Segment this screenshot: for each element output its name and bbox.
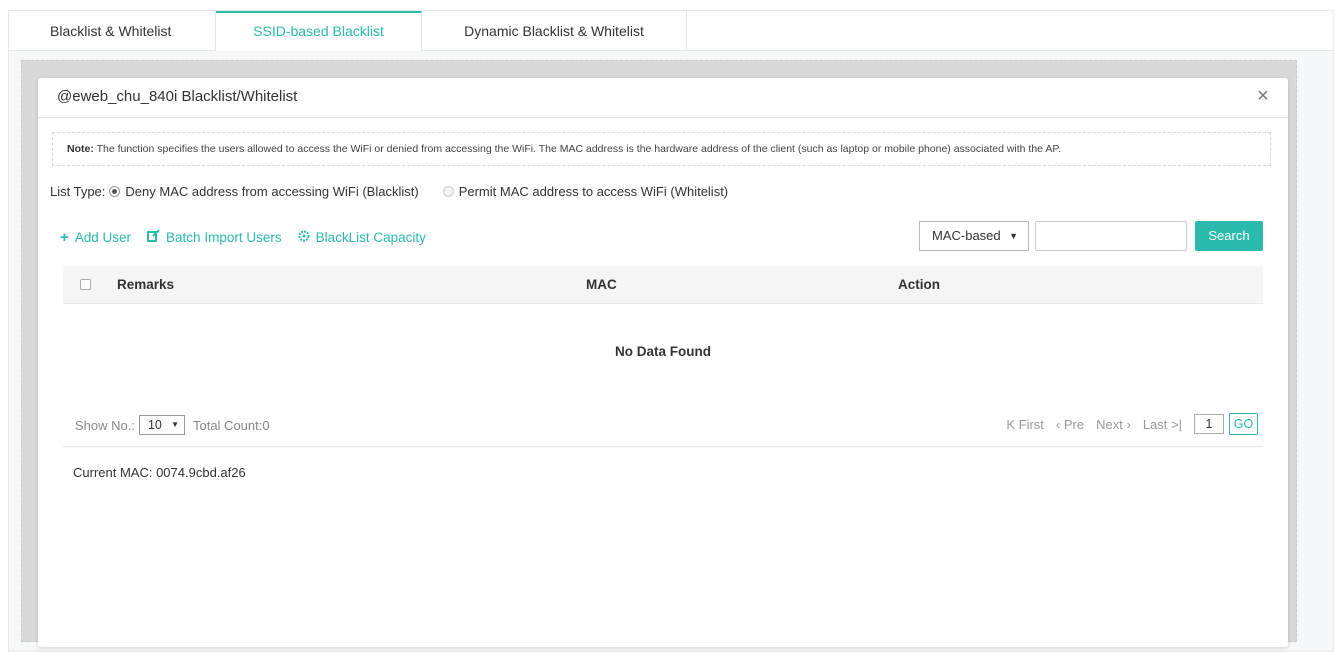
list-type-label: List Type: xyxy=(50,184,106,199)
blacklist-radio[interactable] xyxy=(109,186,121,197)
table-header: Remarks MAC Action xyxy=(63,266,1263,304)
prev-page-button[interactable]: ‹ Pre xyxy=(1056,417,1084,432)
select-all-checkbox[interactable] xyxy=(80,279,91,290)
add-user-button[interactable]: + Add User xyxy=(60,229,131,246)
plus-icon: + xyxy=(60,229,69,246)
page-size-control: Show No.: 10 ▼ Total Count:0 xyxy=(75,415,270,435)
list-type-row: List Type: Deny MAC address from accessi… xyxy=(50,184,728,199)
page-number-input[interactable]: 1 xyxy=(1194,414,1224,434)
blacklist-option-label[interactable]: Deny MAC address from accessing WiFi (Bl… xyxy=(125,184,418,199)
gear-icon xyxy=(298,229,310,246)
current-mac: Current MAC: 0074.9cbd.af26 xyxy=(73,465,246,480)
tab-blacklist-whitelist[interactable]: Blacklist & Whitelist xyxy=(9,11,216,51)
search-mode-value: MAC-based xyxy=(932,228,1001,243)
batch-import-button[interactable]: Batch Import Users xyxy=(147,229,282,246)
last-page-button[interactable]: Last >| xyxy=(1143,417,1182,432)
blacklist-capacity-button[interactable]: BlackList Capacity xyxy=(298,229,426,246)
close-icon[interactable]: × xyxy=(1254,86,1272,106)
next-page-label: Next xyxy=(1096,416,1123,432)
dialog-header: @eweb_chu_840i Blacklist/Whitelist × xyxy=(38,78,1288,118)
show-no-label: Show No.: xyxy=(75,417,135,433)
next-page-button[interactable]: Next › xyxy=(1096,417,1131,432)
column-mac: MAC xyxy=(586,277,617,292)
search-mode-select[interactable]: MAC-based ▼ xyxy=(919,221,1029,251)
page-size-select[interactable]: 10 ▼ xyxy=(138,415,185,435)
edit-icon xyxy=(147,229,160,246)
chevron-left-icon: ‹ xyxy=(1055,416,1061,432)
whitelist-option-label[interactable]: Permit MAC address to access WiFi (White… xyxy=(459,184,728,199)
pagination-row: Show No.: 10 ▼ Total Count:0 K First ‹ P… xyxy=(63,411,1263,447)
note-prefix: Note: xyxy=(67,143,94,155)
tab-dynamic-blacklist-whitelist[interactable]: Dynamic Blacklist & Whitelist xyxy=(422,11,687,51)
note-box: Note: The function specifies the users a… xyxy=(52,132,1271,166)
blacklist-whitelist-dialog: @eweb_chu_840i Blacklist/Whitelist × Not… xyxy=(38,78,1288,647)
action-bar: + Add User Batch Import Users BlackList … xyxy=(60,229,442,246)
first-page-icon: K xyxy=(1006,416,1016,432)
last-page-icon: >| xyxy=(1171,416,1182,432)
chevron-right-icon: › xyxy=(1126,416,1131,432)
page-size-value: 10 xyxy=(147,418,162,432)
column-action: Action xyxy=(898,277,940,292)
chevron-down-icon: ▼ xyxy=(171,420,179,429)
batch-import-label: Batch Import Users xyxy=(166,230,282,245)
note-text: The function specifies the users allowed… xyxy=(96,143,1061,155)
last-page-label: Last xyxy=(1142,416,1168,432)
pager: K First ‹ Pre Next › Last >| 1 GO xyxy=(994,413,1258,435)
go-button[interactable]: GO xyxy=(1229,413,1258,435)
tab-ssid-based-blacklist[interactable]: SSID-based Blacklist xyxy=(216,11,422,51)
first-page-button[interactable]: K First xyxy=(1006,417,1044,432)
tab-bar: Blacklist & Whitelist SSID-based Blackli… xyxy=(9,11,1333,51)
prev-page-label: Pre xyxy=(1063,416,1085,432)
first-page-label: First xyxy=(1018,416,1044,432)
add-user-label: Add User xyxy=(74,230,132,245)
dialog-title: @eweb_chu_840i Blacklist/Whitelist xyxy=(57,88,298,105)
blacklist-capacity-label: BlackList Capacity xyxy=(315,230,426,245)
column-remarks: Remarks xyxy=(117,277,175,292)
search-button[interactable]: Search xyxy=(1195,221,1263,251)
chevron-down-icon: ▼ xyxy=(1009,231,1018,241)
total-count: Total Count:0 xyxy=(192,417,270,433)
empty-table-message: No Data Found xyxy=(615,344,711,359)
search-input[interactable] xyxy=(1035,221,1187,251)
search-area: MAC-based ▼ Search xyxy=(919,221,1263,251)
whitelist-radio[interactable] xyxy=(442,186,454,197)
